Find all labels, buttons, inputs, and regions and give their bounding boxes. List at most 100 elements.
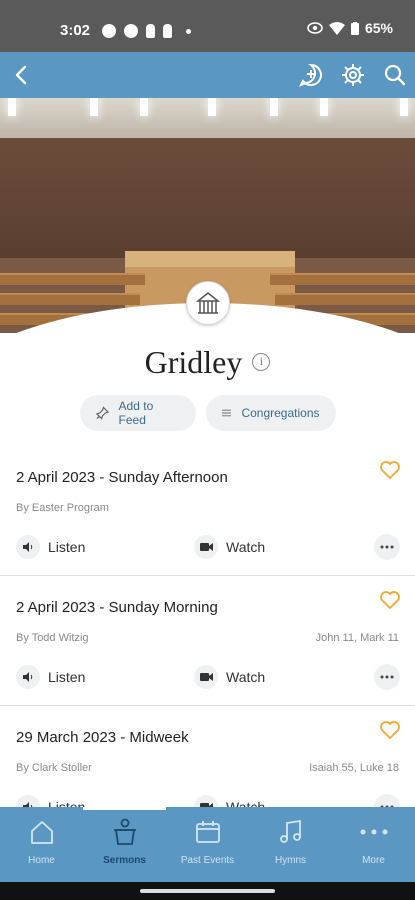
eye-icon xyxy=(307,22,323,34)
back-button[interactable] xyxy=(6,60,36,90)
sermon-item[interactable]: 2 April 2023 - Sunday Afternoon By Easte… xyxy=(0,447,415,576)
watch-label: Watch xyxy=(226,669,266,685)
home-icon xyxy=(30,821,53,844)
wifi-icon xyxy=(328,21,345,35)
info-notification-icon xyxy=(102,24,116,38)
heart-icon[interactable] xyxy=(380,721,400,739)
chess-notification-icon-2 xyxy=(163,24,172,38)
calendar-icon xyxy=(195,821,220,843)
listen-label: Listen xyxy=(48,669,86,685)
hero-pew xyxy=(0,273,145,285)
video-camera-icon xyxy=(199,673,213,681)
church-icon xyxy=(196,292,220,314)
new-chat-button[interactable] xyxy=(296,60,326,90)
chess-notification-icon xyxy=(146,24,155,38)
nav-sermons[interactable]: Sermons xyxy=(83,807,166,882)
listen-button[interactable]: Listen xyxy=(16,535,85,559)
more-options-button[interactable] xyxy=(374,534,400,560)
hero-light xyxy=(320,98,328,116)
speaker-icon xyxy=(23,672,33,682)
sermon-scripture: John 11, Mark 11 xyxy=(315,632,399,644)
chat-add-icon xyxy=(299,63,322,87)
hero-pew xyxy=(270,273,415,285)
settings-button[interactable] xyxy=(338,60,368,90)
heart-icon[interactable] xyxy=(380,461,400,479)
more-options-button[interactable] xyxy=(374,794,400,807)
nav-hymns-label: Hymns xyxy=(274,855,307,866)
hero-light xyxy=(208,98,216,116)
watch-button[interactable]: Watch xyxy=(194,665,265,689)
sermon-scripture: Isaiah 55, Luke 18 xyxy=(309,762,399,774)
battery-level: 65% xyxy=(364,20,393,36)
nav-sermons-label: Sermons xyxy=(103,855,146,866)
gear-icon xyxy=(342,64,364,86)
watch-label: Watch xyxy=(226,539,266,555)
sermon-title: 2 April 2023 - Sunday Afternoon xyxy=(16,469,228,486)
list-icon xyxy=(221,409,232,417)
sermon-title: 2 April 2023 - Sunday Morning xyxy=(16,599,218,616)
more-notifications-icon xyxy=(186,28,191,34)
more-dots-icon xyxy=(360,829,387,835)
heart-icon[interactable] xyxy=(380,591,400,609)
church-name: Gridley xyxy=(144,343,243,380)
congregations-label: Congregations xyxy=(241,406,320,420)
notification-icons xyxy=(102,24,191,38)
sermon-title: 29 March 2023 - Midweek xyxy=(16,729,189,746)
more-dots-icon xyxy=(380,545,394,549)
speaker-icon xyxy=(23,542,33,552)
hero-light xyxy=(90,98,98,116)
pin-icon xyxy=(95,406,109,420)
hero-light xyxy=(140,98,148,116)
hero-light xyxy=(270,98,278,116)
sermon-item[interactable]: 29 March 2023 - Midweek By Clark Stoller… xyxy=(0,707,415,807)
watch-label: Watch xyxy=(226,799,266,807)
search-button[interactable] xyxy=(380,60,410,90)
sermon-item[interactable]: 2 April 2023 - Sunday Morning By Todd Wi… xyxy=(0,577,415,706)
sermon-speaker: By Todd Witzig xyxy=(16,632,89,644)
hero-pew xyxy=(0,293,140,305)
music-note-icon xyxy=(279,819,301,843)
status-time: 3:02 xyxy=(60,22,91,39)
app-bar xyxy=(0,52,415,98)
add-to-feed-button[interactable]: Add to Feed xyxy=(79,395,196,431)
info-icon[interactable]: i xyxy=(252,353,271,371)
add-to-feed-label: Add to Feed xyxy=(118,399,154,427)
church-title-row: Gridley i xyxy=(0,342,415,382)
nav-more[interactable]: More xyxy=(332,807,415,882)
watch-button[interactable]: Watch xyxy=(194,535,265,559)
church-badge xyxy=(186,281,230,325)
video-camera-icon xyxy=(199,543,213,551)
sermon-speaker: By Easter Program xyxy=(16,502,109,514)
hero-stage xyxy=(125,251,295,267)
hero-wall xyxy=(0,138,415,258)
more-dots-icon xyxy=(380,675,394,679)
hero-pew xyxy=(275,293,415,305)
circle-notification-icon xyxy=(124,24,138,38)
nav-home-label: Home xyxy=(28,855,55,866)
sermon-speaker: By Clark Stoller xyxy=(16,762,92,774)
listen-label: Listen xyxy=(48,799,86,807)
listen-label: Listen xyxy=(48,539,86,555)
watch-button[interactable]: Watch xyxy=(194,795,265,807)
bottom-navigation: Home Sermons Past Events Hymns More xyxy=(0,807,415,882)
listen-button[interactable]: Listen xyxy=(16,795,85,807)
system-status: 65% xyxy=(307,20,393,36)
more-options-button[interactable] xyxy=(374,664,400,690)
status-bar: 3:02 65% xyxy=(0,0,415,52)
church-actions: Add to Feed Congregations xyxy=(0,395,415,431)
nav-past-events-label: Past Events xyxy=(180,855,235,866)
pulpit-icon xyxy=(113,818,136,845)
hero-light xyxy=(400,98,408,116)
nav-hymns[interactable]: Hymns xyxy=(249,807,332,882)
hero-light xyxy=(8,98,16,116)
nav-past-events[interactable]: Past Events xyxy=(166,807,249,882)
search-icon xyxy=(384,64,406,86)
nav-home[interactable]: Home xyxy=(0,807,83,882)
listen-button[interactable]: Listen xyxy=(16,665,85,689)
system-gesture-bar xyxy=(0,882,415,900)
congregations-button[interactable]: Congregations xyxy=(205,395,336,431)
arrow-left-icon xyxy=(15,65,27,85)
home-handle[interactable] xyxy=(140,889,275,893)
nav-more-label: More xyxy=(362,855,385,866)
battery-icon xyxy=(350,21,359,35)
